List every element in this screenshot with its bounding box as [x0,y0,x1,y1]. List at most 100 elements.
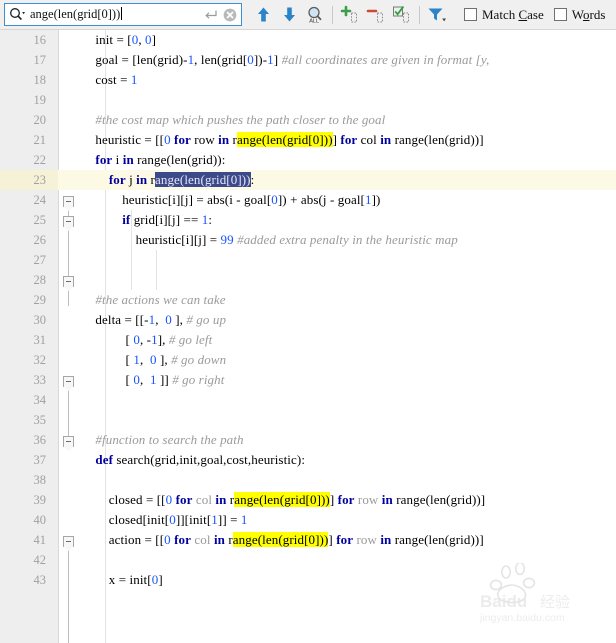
clear-search-button[interactable] [219,8,241,22]
code-line[interactable]: 36 #function to search the path [0,430,616,450]
code-token: , len(grid[ [194,52,248,67]
code-line[interactable]: 28 [0,270,616,290]
remove-bookmark-button[interactable] [363,2,389,28]
code-line-text: #function to search the path [82,430,244,450]
find-all-button[interactable]: ALL [302,2,328,28]
code-token: x = init[ [82,572,152,587]
code-token: ] [329,492,338,507]
search-icon[interactable] [5,4,29,25]
code-token: , [139,372,151,387]
code-token: 1 [240,512,248,527]
code-line[interactable]: 20 #the cost map which pushes the path c… [0,110,616,130]
code-line-text: #the cost map which pushes the path clos… [82,110,385,130]
code-line[interactable]: 30 delta = [[-1, 0 ], # go up [0,310,616,330]
words-label-pre: W [571,6,583,22]
search-input[interactable]: ange(len(grid[0])) [4,3,242,26]
line-number: 18 [33,73,47,87]
code-line-text: heuristic[i][j] = abs(i - goal[0]) + abs… [82,190,380,210]
code-token: ], [156,352,172,367]
code-token: r [147,172,155,187]
code-line[interactable]: 35 [0,410,616,430]
code-line[interactable]: 17 goal = [len(grid)-1, len(grid[0])-1] … [0,50,616,70]
code-line[interactable]: 32 [ 1, 0 ], # go down [0,350,616,370]
code-token: cost = [82,72,131,87]
code-line[interactable]: 34 [0,390,616,410]
code-token: 0 [164,132,171,147]
words-checkbox-box[interactable] [553,8,567,21]
find-previous-button[interactable] [250,2,276,28]
code-line[interactable]: 43 x = init[0] [0,570,616,590]
match-case-checkbox-box[interactable] [464,8,477,21]
enter-return-icon[interactable] [201,9,219,20]
code-token: 0 [271,192,278,207]
code-token: range(len(grid))] [391,532,484,547]
line-number: 34 [33,393,47,407]
code-line[interactable]: 31 [ 0, -1], # go left [0,330,616,350]
code-token: in [213,532,225,547]
code-token: i [112,152,123,167]
code-token: , - [139,332,152,347]
code-token: 1 [364,192,372,207]
code-line[interactable]: 22 for i in range(len(grid)): [0,150,616,170]
code-line[interactable]: 40 closed[init[0]][init[1]] = 1 [0,510,616,530]
code-token: for [340,132,358,147]
code-token: ]) [371,192,381,207]
line-number: 20 [33,113,47,127]
line-number: 25 [33,213,47,227]
code-lines-container[interactable]: 16 init = [0, 0] 17 goal = [len(grid)-1, … [0,30,616,643]
code-token: #function to search the path [95,432,244,447]
match-case-label-key: C [518,6,528,22]
filter-button[interactable] [424,2,450,28]
code-line[interactable]: 21 heuristic = [[0 for row in range(len(… [0,130,616,150]
code-line[interactable]: 23 for j in range(len(grid[0])): [0,170,616,190]
code-line[interactable]: 33 [ 0, 1 ]] # go right [0,370,616,390]
code-line[interactable]: 41 action = [[0 for col in range(len(gri… [0,530,616,550]
code-line[interactable]: 42 [0,550,616,570]
find-options-group: Match Case Words [464,7,615,23]
line-number: 38 [33,473,47,487]
code-token: for [108,172,126,187]
code-line[interactable]: 25 if grid[i][j] == 1: [0,210,616,230]
code-line[interactable]: 29 #the actions we can take [0,290,616,310]
code-line[interactable]: 19 [0,90,616,110]
code-token: goal = [len(grid)- [82,52,188,67]
code-line[interactable]: 27 [0,250,616,270]
code-token: ], [171,312,187,327]
match-case-checkbox[interactable]: Match Case [464,7,544,23]
code-line-text: heuristic[i][j] = 99 #added extra penalt… [82,230,458,250]
code-token: for [175,492,193,507]
words-checkbox[interactable]: Words [553,6,605,23]
code-line-text: def search(grid,init,goal,cost,heuristic… [82,450,305,470]
code-token: row [356,532,377,547]
code-token: 0 [133,372,140,387]
line-number: 43 [33,573,47,587]
code-line[interactable]: 16 init = [0, 0] [0,30,616,50]
code-token: ])- [253,52,268,67]
code-line[interactable]: 39 closed = [[0 for col in range(len(gri… [0,490,616,510]
line-number: 24 [33,193,47,207]
code-token: 1 [150,372,157,387]
code-line[interactable]: 38 [0,470,616,490]
code-line-text: delta = [[-1, 0 ], # go up [82,310,226,330]
find-next-button[interactable] [276,2,302,28]
code-line[interactable]: 37 def search(grid,init,goal,cost,heuris… [0,450,616,470]
code-token: 1 [211,512,218,527]
add-bookmark-button[interactable] [337,2,363,28]
search-match-active: ange(len(grid[0])) [154,172,251,187]
code-line[interactable]: 18 cost = 1 [0,70,616,90]
code-token: row [357,492,379,507]
code-token: 0 [150,352,157,367]
code-token: 0 [164,532,171,547]
code-token: j [125,172,137,187]
code-line[interactable]: 26 heuristic[i][j] = 99 #added extra pen… [0,230,616,250]
code-token: # go up [186,312,227,327]
check-bookmark-button[interactable] [389,2,415,28]
search-input-text[interactable]: ange(len(grid[0])) [29,7,201,22]
code-token: r [224,532,233,547]
code-editor[interactable]: 16 init = [0, 0] 17 goal = [len(grid)-1, … [0,30,616,643]
line-number: 28 [33,273,47,287]
code-line[interactable]: 24 heuristic[i][j] = abs(i - goal[0]) + … [0,190,616,210]
code-token: ]] [156,372,173,387]
